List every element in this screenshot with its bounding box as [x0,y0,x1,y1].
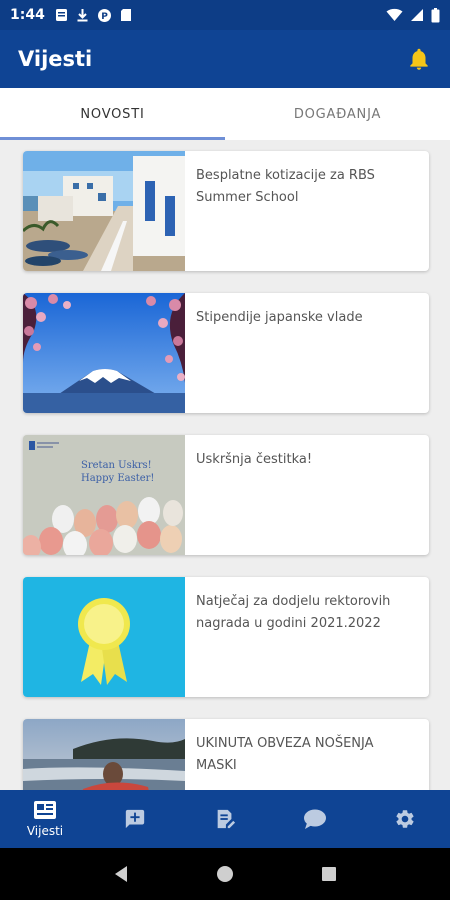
system-navigation-bar [0,848,450,900]
nav-item-vijesti[interactable]: Vijesti [0,790,90,848]
tab-novosti[interactable]: NOVOSTI [0,88,225,140]
award-ribbon-image [23,577,185,697]
app-notification-icon: P [97,8,111,22]
nav-item-chat[interactable] [270,790,360,848]
tab-label: DOGAĐANJA [293,106,382,122]
news-card[interactable]: Natječaj za dodjelu rektorovih nagrada u… [23,577,429,697]
nav-label: Vijesti [26,824,64,838]
tab-dogadanja[interactable]: DOGAĐANJA [225,88,450,140]
status-bar: 1:44 P [0,0,450,30]
sd-card-icon [120,9,131,21]
bottom-navigation: Vijesti [0,790,450,848]
nav-item-settings[interactable] [360,790,450,848]
news-list[interactable]: Besplatne kotizacije za RBS Summer Schoo… [0,140,450,790]
message-notification-icon [55,9,67,21]
wifi-icon [386,8,403,21]
tab-bar: NOVOSTI DOGAĐANJA [0,88,450,140]
page-title: Vijesti [18,47,93,71]
download-icon [77,9,88,22]
status-time: 1:44 [10,7,45,23]
cellular-signal-icon [411,9,423,21]
back-icon[interactable] [113,865,129,883]
tab-label: NOVOSTI [80,106,145,122]
news-title: Besplatne kotizacije za RBS Summer Schoo… [196,168,375,205]
recents-icon[interactable] [321,866,337,882]
thumb-greeting-1: Sretan Uskrs! [81,460,152,471]
news-card[interactable]: UKINUTA OBVEZA NOŠENJA MASKI [23,719,429,790]
easter-eggs-image: Sretan Uskrs! Happy Easter! [23,435,185,555]
chat-icon [304,809,326,829]
news-card[interactable]: Sretan Uskrs! Happy Easter! Uskršnja čes… [23,435,429,555]
nav-item-edit-document[interactable] [180,790,270,848]
news-icon [34,801,56,819]
thumb-greeting-2: Happy Easter! [81,473,155,484]
mount-fuji-image [23,293,185,413]
news-card[interactable]: Besplatne kotizacije za RBS Summer Schoo… [23,151,429,271]
home-icon[interactable] [216,865,234,883]
settings-icon [396,810,414,828]
news-title: Uskršnja čestitka! [196,452,313,467]
svg-text:P: P [101,12,108,22]
bell-icon[interactable] [406,46,432,72]
beach-sunset-image [23,719,185,790]
news-card[interactable]: Stipendije japanske vlade [23,293,429,413]
app-bar: Vijesti [0,30,450,88]
news-title: Stipendije japanske vlade [196,310,363,325]
news-title: Natječaj za dodjelu rektorovih nagrada u… [196,594,391,631]
nav-item-add-comment[interactable] [90,790,180,848]
battery-icon [431,7,440,22]
news-title: UKINUTA OBVEZA NOŠENJA MASKI [196,736,374,773]
coastal-town-image [23,151,185,271]
edit-document-icon [217,809,236,829]
add-comment-icon [125,809,145,829]
